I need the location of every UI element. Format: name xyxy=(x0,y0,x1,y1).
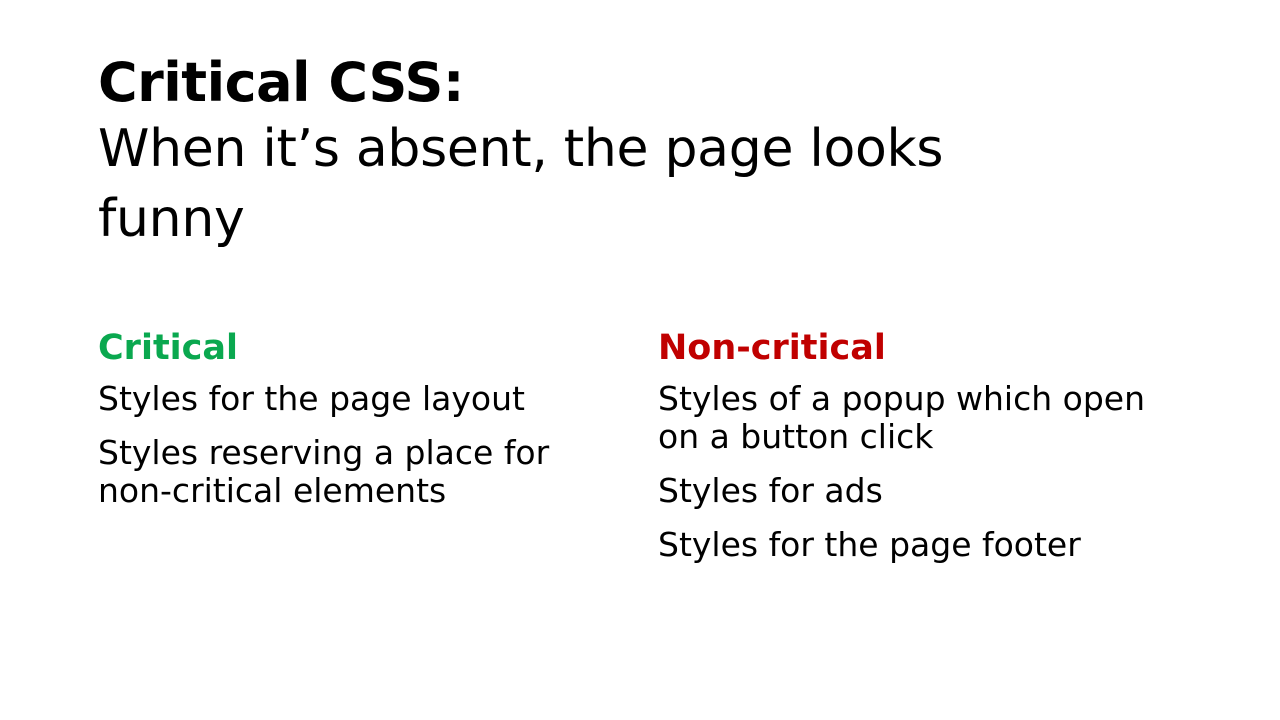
slide-title: Critical CSS: xyxy=(98,51,464,114)
non-critical-item: Styles for the page footer xyxy=(658,525,1081,564)
critical-item: Styles for the page layout xyxy=(98,379,525,418)
non-critical-item: Styles of a popup which open on a button… xyxy=(658,379,1145,456)
critical-heading: Critical xyxy=(98,328,239,368)
critical-item: Styles reserving a place for non-critica… xyxy=(98,433,550,510)
non-critical-column: Non-critical Styles of a popup which ope… xyxy=(658,326,1178,580)
non-critical-heading: Non-critical xyxy=(658,328,886,368)
title-block: Critical CSS: When it’s absent, the page… xyxy=(98,52,1178,254)
critical-column: Critical Styles for the page layout Styl… xyxy=(98,326,618,526)
non-critical-item: Styles for ads xyxy=(658,471,883,510)
slide: Critical CSS: When it’s absent, the page… xyxy=(0,0,1280,720)
slide-subtitle: When it’s absent, the page looks funny xyxy=(98,119,944,249)
